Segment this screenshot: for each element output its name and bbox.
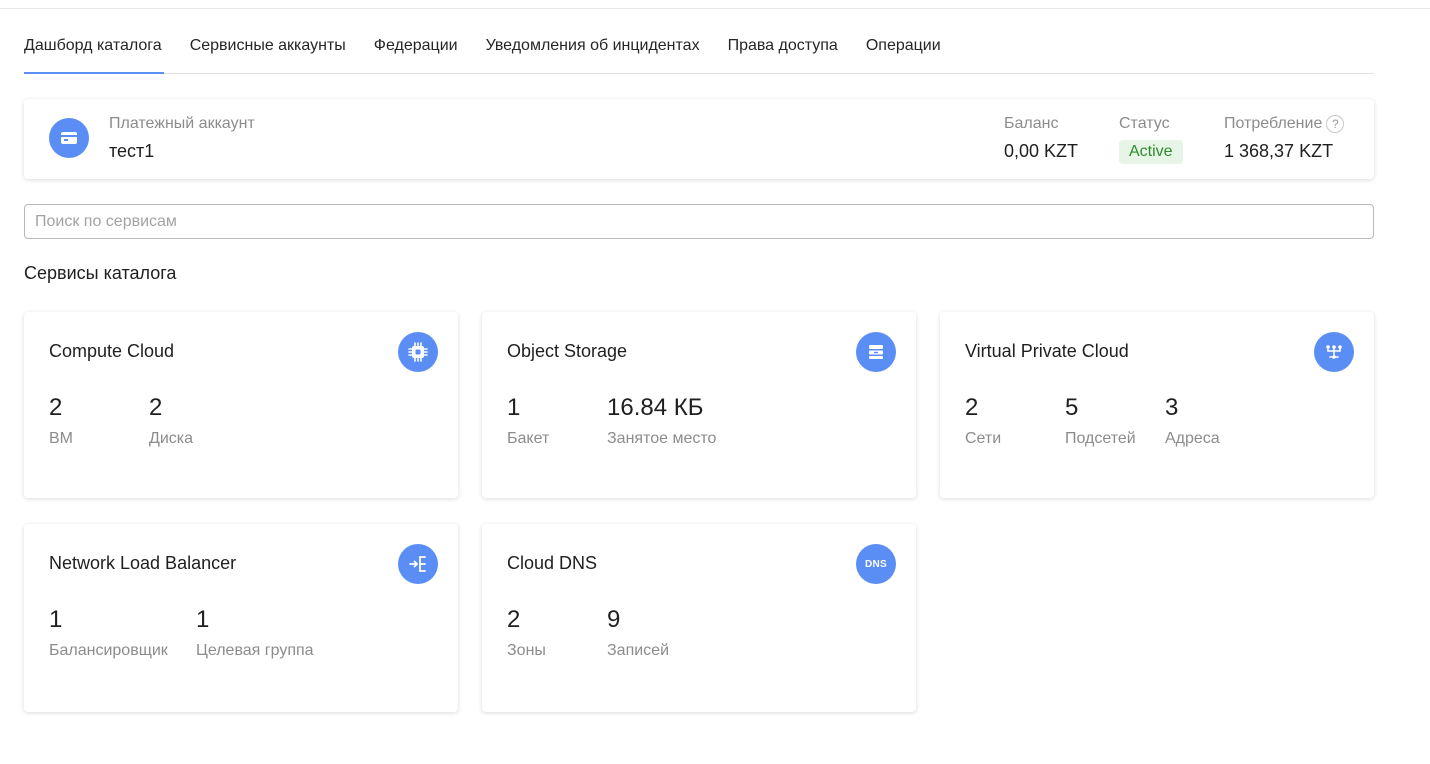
billing-account-card: Платежный аккаунт тест1 Баланс 0,00 KZT … xyxy=(24,99,1374,179)
tab-incident-notifications[interactable]: Уведомления об инцидентах xyxy=(486,30,700,73)
service-card-network-load-balancer[interactable]: Network Load Balancer 1 Балансировщик 1 … xyxy=(24,524,458,712)
service-card-vpc[interactable]: Virtual Private Cloud 2 Сети 5 Подсетей … xyxy=(940,312,1374,498)
metric-target-groups: 1 Целевая группа xyxy=(196,606,314,660)
metric-value: 1 xyxy=(49,606,63,633)
metric-balancers: 1 Балансировщик xyxy=(49,606,168,660)
metric-label: Диска xyxy=(149,430,194,447)
credit-card-icon xyxy=(49,118,89,158)
section-title: Сервисы каталога xyxy=(24,263,177,283)
metric-label: Адреса xyxy=(1165,430,1220,447)
metric-value: 2 xyxy=(507,606,521,633)
service-title[interactable]: Object Storage xyxy=(507,341,627,362)
metric-value: 2 xyxy=(49,394,63,421)
dns-icon-text: DNS xyxy=(864,558,887,570)
metric-value: 1 xyxy=(196,606,210,633)
metric-addresses: 3 Адреса xyxy=(1165,394,1220,448)
dns-icon: DNS xyxy=(856,544,896,584)
balancer-icon xyxy=(398,544,438,584)
service-search-input[interactable] xyxy=(24,204,1374,239)
tab-catalog-dashboard[interactable]: Дашборд каталога xyxy=(24,30,164,74)
status-label: Статус xyxy=(1119,115,1170,132)
metric-label: Балансировщик xyxy=(49,642,168,659)
chip-icon xyxy=(398,332,438,372)
metric-label: Подсетей xyxy=(1065,430,1136,447)
billing-account-label: Платежный аккаунт xyxy=(109,115,255,132)
service-card-object-storage[interactable]: Object Storage 1 Бакет 16.84 КБ Занятое … xyxy=(482,312,916,498)
consumption-value: 1 368,37 KZT xyxy=(1224,141,1334,161)
tab-operations[interactable]: Операции xyxy=(866,30,941,73)
service-title[interactable]: Cloud DNS xyxy=(507,553,597,574)
metric-label: Бакет xyxy=(507,430,550,447)
service-card-compute-cloud[interactable]: Compute Cloud 2 ВМ 2 Диска xyxy=(24,312,458,498)
metric-value: 2 xyxy=(149,394,163,421)
status-stat: Статус Active xyxy=(1119,115,1183,164)
service-title[interactable]: Virtual Private Cloud xyxy=(965,341,1129,362)
service-title[interactable]: Network Load Balancer xyxy=(49,553,236,574)
metric-value: 1 xyxy=(507,394,521,421)
metric-subnets: 5 Подсетей xyxy=(1065,394,1136,448)
metric-disks: 2 Диска xyxy=(149,394,193,448)
help-icon[interactable]: ? xyxy=(1326,115,1345,133)
metric-buckets: 1 Бакет xyxy=(507,394,549,448)
top-divider xyxy=(0,8,1430,9)
consumption-stat: Потребление ? 1 368,37 KZT xyxy=(1224,115,1345,162)
metric-networks: 2 Сети xyxy=(965,394,1001,448)
metric-zones: 2 Зоны xyxy=(507,606,546,660)
consumption-label: Потребление xyxy=(1224,115,1323,132)
metric-value: 3 xyxy=(1165,394,1179,421)
network-icon xyxy=(1314,332,1354,372)
metric-value: 2 xyxy=(965,394,979,421)
metric-used-space: 16.84 КБ Занятое место xyxy=(607,394,716,448)
metric-label: ВМ xyxy=(49,430,73,447)
metric-label: Зоны xyxy=(507,642,546,659)
tab-access-rights[interactable]: Права доступа xyxy=(728,30,838,73)
storage-box-icon xyxy=(856,332,896,372)
metric-label: Записей xyxy=(607,642,669,659)
metric-label: Занятое место xyxy=(607,430,717,447)
metric-value: 9 xyxy=(607,606,621,633)
status-badge: Active xyxy=(1119,140,1183,164)
metric-records: 9 Записей xyxy=(607,606,669,660)
metric-label: Целевая группа xyxy=(196,642,314,659)
tab-bar: Дашборд каталога Сервисные аккаунты Феде… xyxy=(24,30,1374,74)
metric-label: Сети xyxy=(965,430,1002,447)
service-card-cloud-dns[interactable]: Cloud DNS DNS 2 Зоны 9 Записей xyxy=(482,524,916,712)
tab-federations[interactable]: Федерации xyxy=(374,30,458,73)
balance-stat: Баланс 0,00 KZT xyxy=(1004,115,1078,162)
metric-value: 16.84 КБ xyxy=(607,394,704,421)
tab-service-accounts[interactable]: Сервисные аккаунты xyxy=(190,30,346,73)
balance-label: Баланс xyxy=(1004,115,1059,132)
billing-account-name[interactable]: тест1 xyxy=(109,141,154,162)
balance-value: 0,00 KZT xyxy=(1004,141,1079,161)
service-title[interactable]: Compute Cloud xyxy=(49,341,174,362)
metric-vms: 2 ВМ xyxy=(49,394,73,448)
consumption-label-row: Потребление ? xyxy=(1224,115,1345,133)
metric-value: 5 xyxy=(1065,394,1079,421)
